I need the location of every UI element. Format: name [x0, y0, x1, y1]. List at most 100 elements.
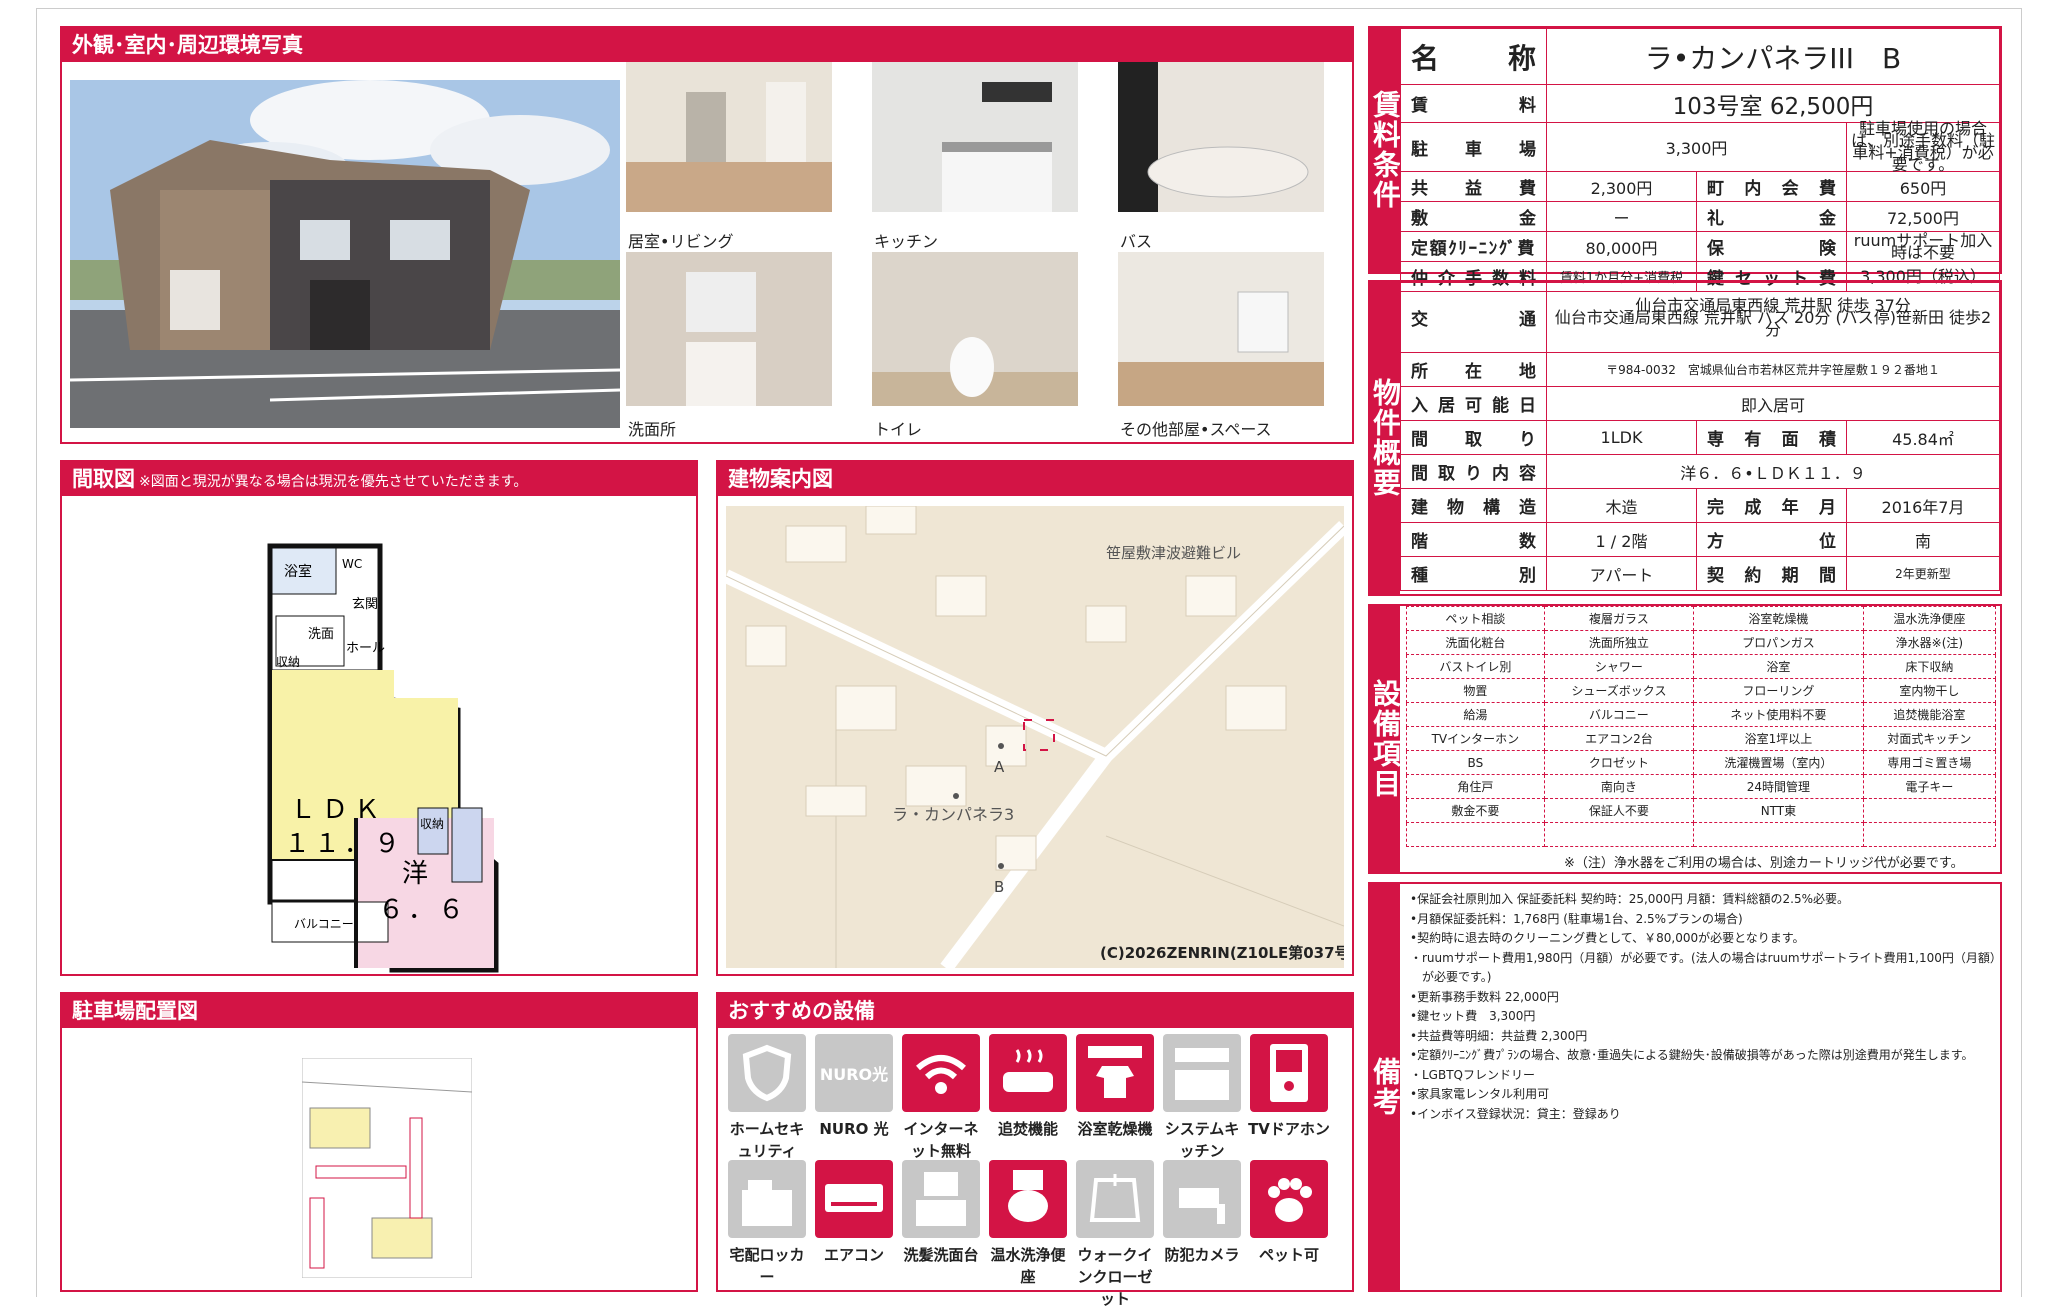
floorplan-panel: 間取図 ※図面と現況が異なる場合は現況を優先させていただきます。 浴室 WC 玄関… — [60, 460, 698, 976]
remark-line: •月額保証委託料：1,768円 (駐車場1台、2.5%プランの場合) — [1410, 911, 1743, 926]
equipment-row: 角住戸 南向き 24時間管理 電子キー — [1406, 774, 1997, 799]
kitchen-photo — [872, 62, 1078, 212]
bathtub-icon — [1003, 1049, 1053, 1092]
equipment-row: 給湯 バルコニー ネット使用料不要 追焚機能浴室 — [1406, 702, 1997, 727]
other-room-caption: その他部屋•スペース — [1120, 420, 1272, 439]
cleaning-value: 80,000円 — [1546, 231, 1697, 262]
floors-key: 階数 — [1400, 522, 1547, 557]
dryer-tile — [1076, 1034, 1154, 1112]
name-value: ラ•カンパネラIII B — [1546, 28, 2000, 85]
term-value: 2年更新型 — [1846, 556, 2000, 591]
equipment-row — [1406, 822, 1997, 847]
recommended-panel: おすすめの設備 ホームセキュリティ NURO光 NURO 光インターネット無料 追焚機… — [716, 992, 1354, 1308]
equipment-cell: 角住戸 — [1406, 774, 1545, 799]
cleaning-key: 定額ｸﾘｰﾆﾝｸﾞ費 — [1400, 231, 1547, 262]
equipment-cell: エアコン2台 — [1543, 726, 1695, 751]
rent-value: 103号室 62,500円 — [1546, 84, 2000, 123]
built-key: 完成年月 — [1696, 488, 1847, 523]
equipment-cell: 電子キー — [1862, 774, 1997, 799]
structure-key: 建物構造 — [1400, 488, 1547, 523]
transport-line-2: 仙台市交通局東西線 荒井駅 バス 20分 (バス停)笹新田 徒歩2分 — [1554, 307, 1992, 339]
remark-line: •保証会社原則加入 保証委託料 契約時：25,000円 月額：賃料総額の2.5%… — [1410, 892, 1849, 906]
equipment-cell — [1543, 822, 1695, 847]
equipment-cell: 浴室乾燥機 — [1693, 606, 1864, 631]
floors-value: 1 / 2階 — [1546, 522, 1697, 557]
floorplan-header: 間取図 ※図面と現況が異なる場合は現況を優先させていただきます。 — [62, 462, 696, 496]
equipment-cell: 浴室1坪以上 — [1693, 726, 1864, 751]
key-money-value: 72,500円 — [1846, 201, 2000, 232]
recommended-label: エアコン — [823, 1246, 884, 1264]
property-table: 交通 仙台市交通局東西線 荒井駅 徒歩 37分 仙台市交通局東西線 荒井駅 バス … — [1400, 282, 2000, 591]
remark-line: •家具家電レンタル利用可 — [1410, 1087, 1550, 1101]
camera-tile — [1163, 1160, 1241, 1238]
shield-tile — [728, 1034, 806, 1112]
equipment-cell — [1406, 822, 1545, 847]
map-b-label: B — [994, 878, 1004, 896]
fp-western: 洋 — [402, 859, 428, 889]
equipment-side-label: 設備項目 — [1369, 606, 1402, 872]
washroom-photo — [626, 252, 832, 406]
equipment-cell: 複層ガラス — [1543, 606, 1695, 631]
type-value: アパート — [1546, 556, 1697, 591]
vanity-icon — [916, 1172, 966, 1226]
equipment-cell: ネット使用料不要 — [1693, 702, 1864, 727]
equipment-cell: TVインターホン — [1406, 726, 1545, 751]
insurance-value: ruumサポート加入時は不要 — [1846, 231, 2000, 262]
map-property-label: ラ・カンパネラ3 — [892, 805, 1014, 824]
recommended-label: NURO 光 — [819, 1120, 889, 1138]
key-money-key: 礼金 — [1696, 201, 1847, 232]
property-side-label: 物件概要 — [1369, 282, 1402, 594]
parking-value: 3,300円 — [1546, 122, 1847, 172]
insurance-key: 保険 — [1696, 231, 1847, 262]
washroom-caption: 洗面所 — [628, 420, 677, 439]
remark-line: •定額ｸﾘｰﾆﾝｸﾞ費ﾌﾟﾗﾝの場合、故意･重過失による鍵紛失･設備破損等があっ… — [1410, 1048, 1974, 1062]
paw-icon — [1268, 1178, 1312, 1222]
recommended-label: インターネット無料 — [903, 1120, 979, 1160]
equipment-cell: 洗面所独立 — [1543, 630, 1695, 655]
map-evac-label: 笹屋敷津波避難ビル — [1106, 544, 1241, 562]
equipment-row: ペット相談 複層ガラス 浴室乾燥機 温水洗浄便座 — [1406, 606, 1997, 631]
equipment-cell: 南向き — [1543, 774, 1695, 799]
recommended-label: 温水洗浄便座 — [990, 1246, 1066, 1286]
nuro-tile: NURO光 — [815, 1034, 893, 1112]
dryer-icon — [1088, 1046, 1142, 1098]
parking-key: 駐車場 — [1400, 122, 1547, 172]
term-key: 契約期間 — [1696, 556, 1847, 591]
common-fee-key: 共益費 — [1400, 171, 1547, 202]
kitchen-caption: キッチン — [874, 232, 939, 251]
recommended-label: TVドアホン — [1248, 1120, 1330, 1138]
equipment-cell: 床下収納 — [1862, 654, 1997, 679]
equipment-cell: 洗濯機置場（室内） — [1693, 750, 1864, 775]
equipment-cell — [1862, 798, 1997, 823]
intercom-tile — [1250, 1034, 1328, 1112]
remark-line: が必要です。) — [1410, 970, 1492, 984]
deposit-key: 敷金 — [1400, 201, 1547, 232]
wifi-icon — [916, 1055, 966, 1094]
bath-photo — [1118, 62, 1324, 212]
fp-washroom: 洗面 — [308, 627, 334, 642]
fp-ldk: ＬＤＫ — [290, 795, 386, 825]
intercom-icon — [1270, 1044, 1308, 1102]
movein-key: 入居可能日 — [1400, 386, 1547, 421]
remarks-side-label: 備考 — [1369, 884, 1402, 1290]
layout-detail-key: 間取り内容 — [1400, 454, 1547, 489]
equipment-cell — [1862, 822, 1997, 847]
aircon-tile — [815, 1160, 893, 1238]
equipment-row: TVインターホン エアコン2台 浴室1坪以上 対面式キッチン — [1406, 726, 1997, 751]
rent-table: 名称 ラ•カンパネラIII B 賃料 103号室 62,500円 駐車場 3,3… — [1400, 28, 2000, 292]
equipment-cell: 室内物干し — [1862, 678, 1997, 703]
equipment-row: BS クロゼット 洗濯機置場（室内） 専用ゴミ置き場 — [1406, 750, 1997, 775]
recommended-label: 追焚機能 — [997, 1120, 1058, 1138]
equipment-cell: バルコニー — [1543, 702, 1695, 727]
toilet-tile — [989, 1160, 1067, 1238]
equipment-cell: 専用ゴミ置き場 — [1862, 750, 1997, 775]
equipment-cell: 温水洗浄便座 — [1862, 606, 1997, 631]
photos-header: 外観･室内･周辺環境写真 — [62, 28, 1352, 62]
remark-line: •共益費等明細：共益費 2,300円 — [1410, 1028, 1588, 1043]
remarks-panel: 備考 •保証会社原則加入 保証委託料 契約時：25,000円 月額：賃料総額の2… — [1368, 882, 2002, 1292]
rent-key: 賃料 — [1400, 84, 1547, 123]
equipment-cell — [1693, 822, 1864, 847]
equipment-cell: バストイレ別 — [1406, 654, 1545, 679]
equipment-cell: クロゼット — [1543, 750, 1695, 775]
remark-line: •契約時に退去時のクリーニング費として、￥80,000が必要となります。 — [1410, 931, 1805, 945]
